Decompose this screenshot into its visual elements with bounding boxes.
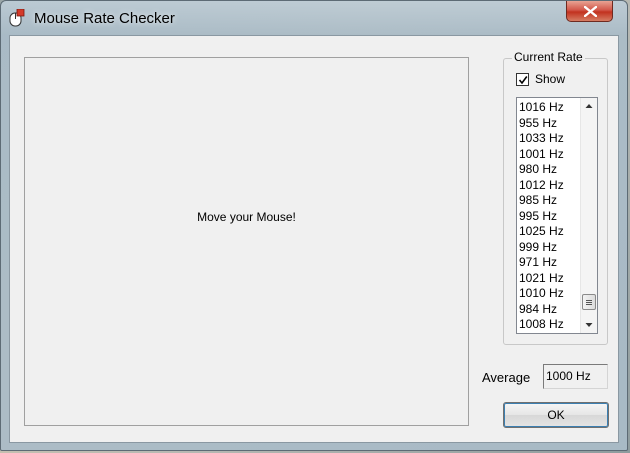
- thumb-grip: [586, 304, 592, 305]
- current-rate-group: Current Rate Show 1016 Hz 955 Hz 1033 Hz 10…: [503, 50, 608, 345]
- show-label[interactable]: Show: [535, 72, 565, 86]
- current-rate-label: Current Rate: [512, 50, 585, 64]
- window-title: Mouse Rate Checker: [34, 10, 175, 27]
- rate-list-item[interactable]: 971 Hz: [519, 255, 579, 271]
- thumb-grip: [586, 302, 592, 303]
- arrow-down-icon: [585, 323, 593, 327]
- title-bar[interactable]: Mouse Rate Checker: [1, 1, 627, 35]
- rate-list-item[interactable]: 1010 Hz: [519, 286, 579, 302]
- rate-list-item[interactable]: 1025 Hz: [519, 224, 579, 240]
- scroll-thumb[interactable]: [582, 294, 596, 310]
- mouse-rate-checker-window: Mouse Rate Checker Move your Mouse! Curr…: [0, 0, 628, 451]
- rate-list-item[interactable]: 1016 Hz: [519, 100, 579, 116]
- mouse-app-icon: [9, 8, 25, 27]
- rate-list-item[interactable]: 1008 Hz: [519, 317, 579, 333]
- rate-list-item[interactable]: 1033 Hz: [519, 131, 579, 147]
- rate-list-item[interactable]: 999 Hz: [519, 240, 579, 256]
- rate-list-items: 1016 Hz 955 Hz 1033 Hz 1001 Hz 980 Hz 1012 Hz…: [519, 100, 579, 333]
- client-area: Move your Mouse! Current Rate Show 1016 …: [9, 35, 619, 443]
- rate-list-item[interactable]: 955 Hz: [519, 116, 579, 132]
- mouse-tracking-area[interactable]: Move your Mouse!: [24, 57, 469, 426]
- close-icon: [584, 6, 597, 17]
- rate-list-item[interactable]: 980 Hz: [519, 162, 579, 178]
- rate-list-item[interactable]: 985 Hz: [519, 193, 579, 209]
- rate-list-item[interactable]: 1021 Hz: [519, 271, 579, 287]
- rate-list-item[interactable]: 995 Hz: [519, 209, 579, 225]
- close-button[interactable]: [566, 1, 613, 22]
- rate-list-item[interactable]: 984 Hz: [519, 302, 579, 318]
- rate-list-item[interactable]: 1012 Hz: [519, 178, 579, 194]
- ok-button[interactable]: OK: [503, 402, 609, 428]
- rate-list[interactable]: 1016 Hz 955 Hz 1033 Hz 1001 Hz 980 Hz 1012 Hz…: [516, 97, 598, 334]
- rate-list-scrollbar[interactable]: [580, 98, 597, 333]
- rate-list-item[interactable]: 1001 Hz: [519, 147, 579, 163]
- arrow-up-icon: [585, 104, 593, 108]
- move-mouse-message: Move your Mouse!: [197, 210, 296, 224]
- show-checkbox[interactable]: [516, 73, 529, 86]
- thumb-grip: [586, 300, 592, 301]
- scroll-up-button[interactable]: [581, 98, 597, 114]
- scroll-down-button[interactable]: [581, 317, 597, 333]
- checkmark-icon: [518, 76, 528, 85]
- average-field: 1000 Hz: [543, 364, 608, 389]
- average-label: Average: [482, 370, 531, 385]
